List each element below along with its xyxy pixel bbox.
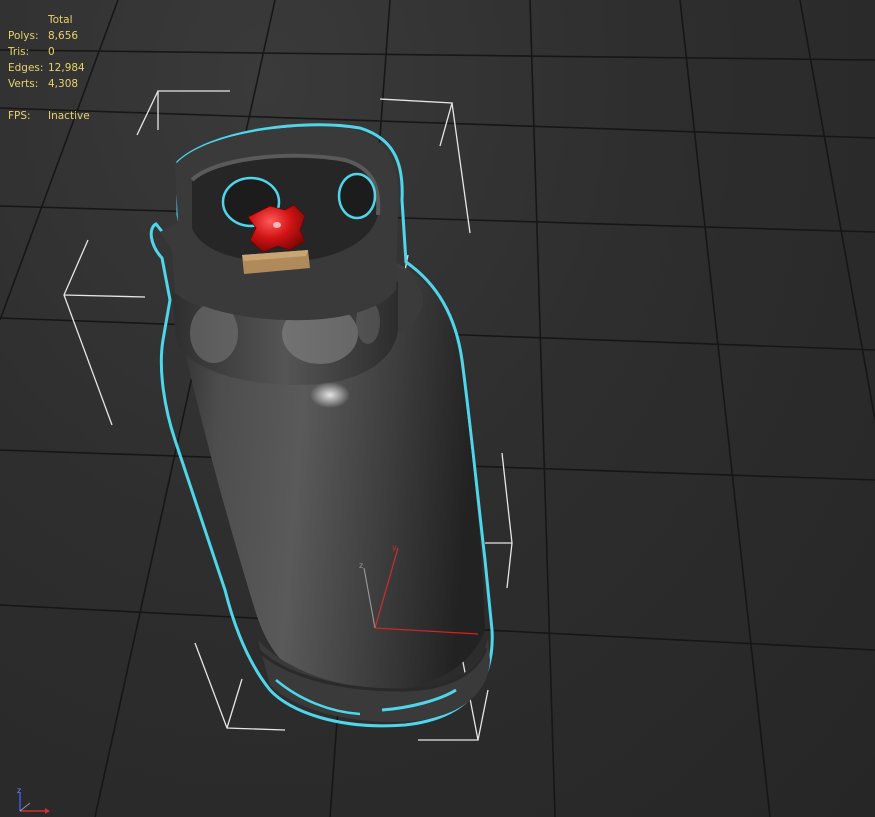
stats-row-polys: Polys: 8,656: [8, 28, 90, 44]
stats-header: Total: [48, 14, 73, 26]
tris-label: Tris:: [8, 46, 30, 58]
viewport-perspective[interactable]: y z Total Polys: 8,656 Tris: 0 Edges: 12…: [0, 0, 875, 817]
tripod-y-axis: [19, 802, 31, 812]
fps-label: FPS:: [8, 110, 31, 122]
edges-value: 12,984: [48, 62, 85, 74]
fps-value: Inactive: [48, 110, 90, 122]
gizmo-y-label: y: [392, 543, 397, 552]
gizmo-z-label: z: [359, 561, 363, 570]
scene-canvas[interactable]: y z: [0, 0, 875, 817]
valve-knob-highlight: [273, 222, 281, 228]
verts-label: Verts:: [8, 78, 39, 90]
handle-hole-right: [337, 172, 377, 220]
stats-row-verts: Verts: 4,308: [8, 76, 90, 92]
tripod-x-arrow: [45, 808, 50, 814]
polys-label: Polys:: [8, 30, 39, 42]
gas-cylinder-model[interactable]: [149, 123, 494, 728]
polys-value: 8,656: [48, 30, 79, 42]
verts-value: 4,308: [48, 78, 79, 90]
stats-row-edges: Edges: 12,984: [8, 60, 90, 76]
viewport-statistics: Total Polys: 8,656 Tris: 0 Edges: 12,984…: [8, 12, 90, 124]
cylinder-specular: [310, 382, 350, 408]
tris-value: 0: [48, 46, 55, 58]
stats-row-tris: Tris: 0: [8, 44, 90, 60]
tripod-z-label: z: [17, 786, 21, 795]
stats-row-fps: FPS: Inactive: [8, 108, 90, 124]
edges-label: Edges:: [8, 62, 44, 74]
world-axis-tripod: z: [17, 786, 50, 814]
